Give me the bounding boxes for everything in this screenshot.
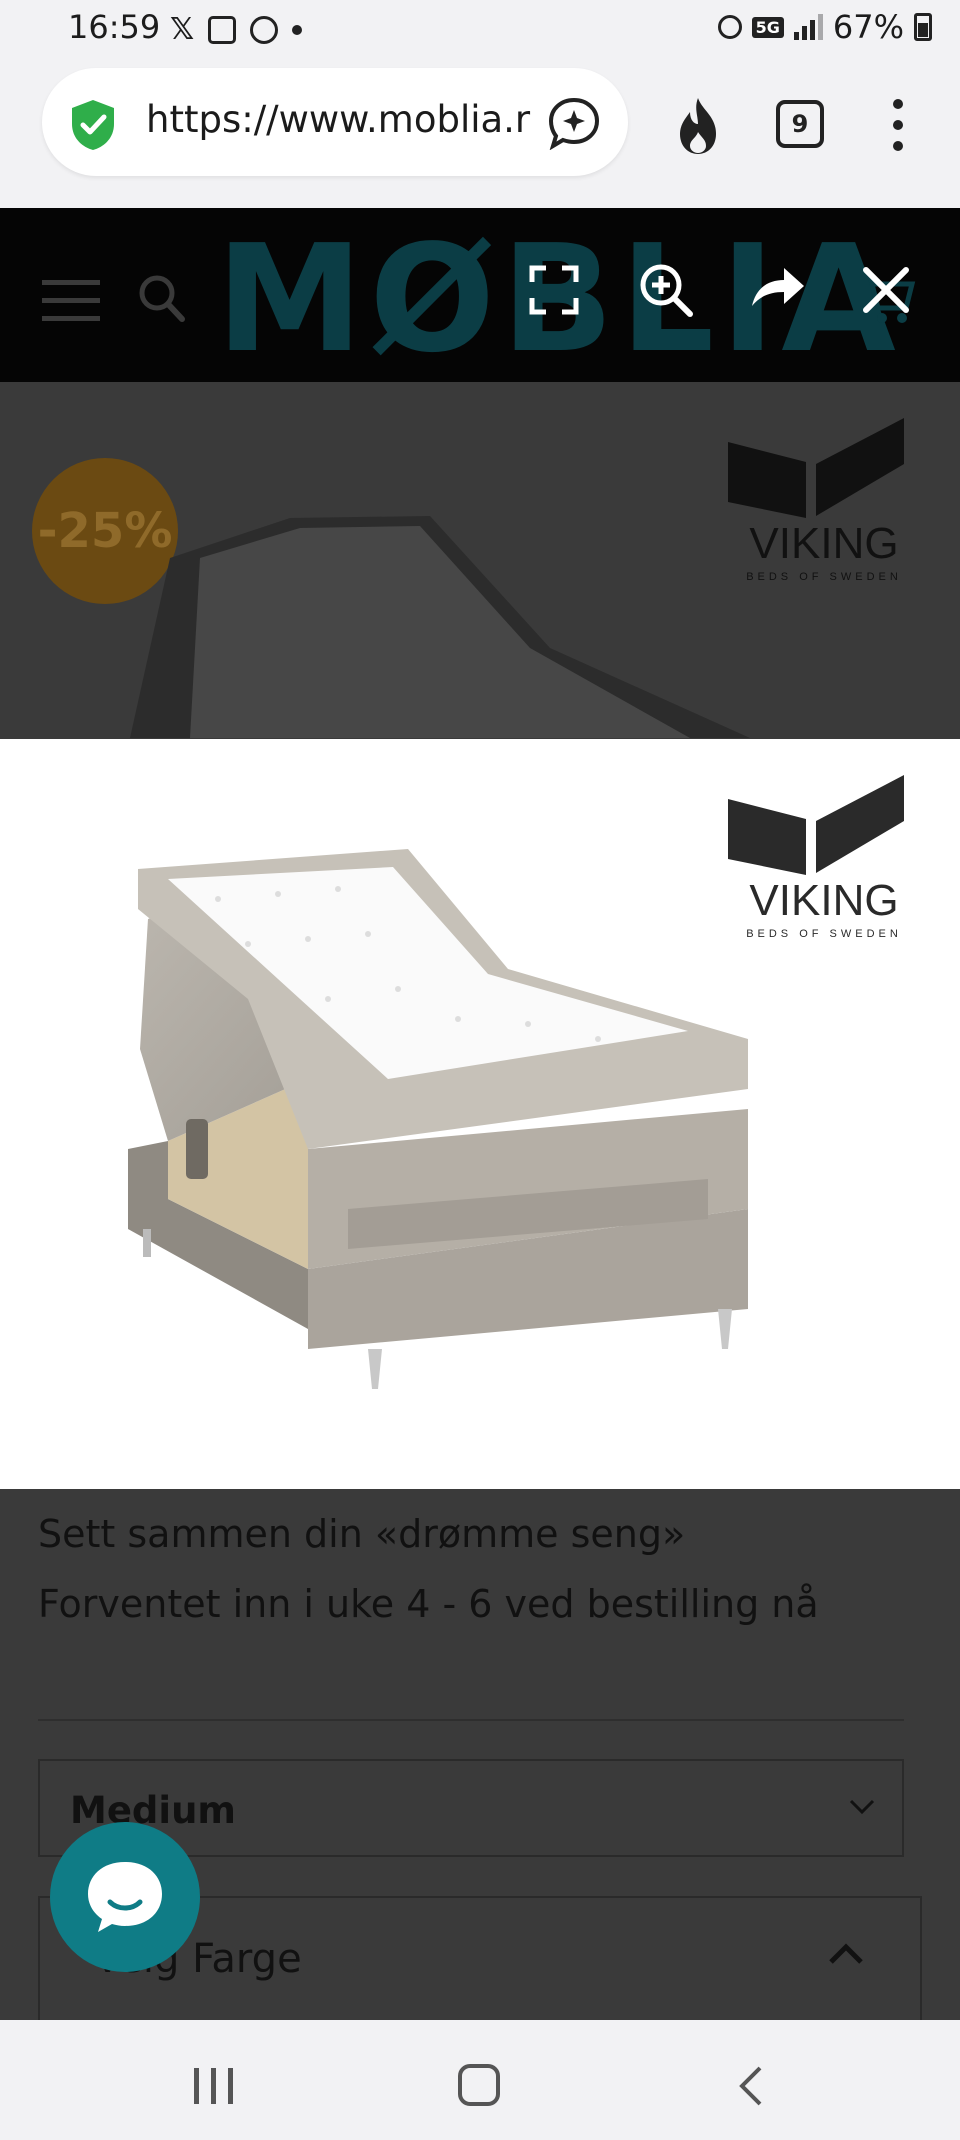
status-time: 16:59: [68, 8, 161, 46]
brand-name: VIKING: [749, 876, 898, 925]
close-icon[interactable]: [856, 260, 916, 320]
chevron-up-icon: [829, 1943, 863, 1964]
battery-icon: [914, 13, 932, 41]
x-app-icon: 𝕏: [170, 12, 195, 47]
viking-logo-background: VIKING BEDS OF SWEDEN: [728, 418, 904, 583]
image-lightbox[interactable]: VIKING BEDS OF SWEDEN: [0, 739, 960, 1489]
zoom-in-icon[interactable]: [636, 260, 696, 320]
battery-percent: 67%: [832, 8, 904, 46]
alarm-icon: [717, 15, 742, 39]
adjustable-bed-image: [128, 849, 748, 1389]
more-notifications-icon: [292, 24, 303, 35]
website-content: MØBLIA -25% VIKING BEDS OF SWEDEN VIKING…: [0, 208, 960, 2036]
home-button[interactable]: [458, 2064, 500, 2106]
delivery-estimate: Forventet inn i uke 4 - 6 ved bestilling…: [38, 1582, 819, 1626]
tab-switcher-button[interactable]: 9: [776, 100, 824, 148]
more-options-icon[interactable]: [890, 98, 906, 152]
chevron-down-icon: [849, 1799, 875, 1815]
page: 16:59 𝕏 5G 67% https://www.moblia.r 9 MØ…: [0, 0, 960, 2140]
status-system: 5G 67%: [717, 8, 932, 46]
viking-logo: VIKING BEDS OF SWEDEN: [728, 775, 904, 940]
secure-shield-icon: [72, 100, 114, 150]
chat-button[interactable]: [50, 1822, 200, 1972]
assistant-icon[interactable]: [547, 96, 601, 150]
address-bar[interactable]: https://www.moblia.r: [42, 68, 628, 176]
divider: [38, 1719, 904, 1721]
app-notification-icon: [250, 15, 279, 44]
network-type: 5G: [751, 16, 784, 38]
share-icon[interactable]: [746, 260, 806, 320]
fullscreen-icon[interactable]: [524, 260, 584, 320]
site-search-icon[interactable]: [136, 272, 186, 324]
recent-apps-icon[interactable]: [190, 2066, 238, 2106]
menu-icon[interactable]: [42, 278, 100, 322]
url-text[interactable]: https://www.moblia.r: [146, 98, 566, 148]
gallery-icon: [208, 15, 237, 44]
product-description-title: Sett sammen din «drømme seng»: [38, 1512, 686, 1556]
brand-name-bg: VIKING: [749, 519, 898, 568]
site-header: MØBLIA: [0, 208, 960, 382]
browser-toolbar: https://www.moblia.r 9: [0, 58, 960, 208]
back-icon[interactable]: [736, 2064, 766, 2108]
product-image-background: [130, 516, 750, 738]
signal-icon: [793, 14, 823, 40]
brand-tagline-bg: BEDS OF SWEDEN: [746, 571, 902, 583]
fire-icon[interactable]: [672, 96, 724, 156]
status-notifications: 𝕏: [170, 12, 303, 47]
chat-bubble-icon: [88, 1862, 162, 1932]
brand-tagline: BEDS OF SWEDEN: [746, 928, 902, 940]
status-bar: 16:59 𝕏 5G 67%: [0, 0, 960, 58]
system-nav-bar: [0, 2020, 960, 2140]
